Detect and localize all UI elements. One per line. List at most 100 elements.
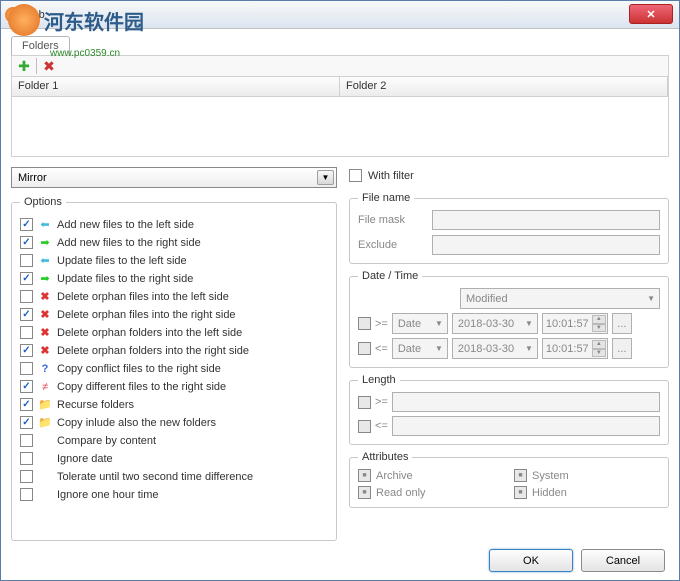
option-row: ➡ Update files to the right side [20, 270, 328, 287]
blank-icon [37, 451, 53, 467]
options-group: Options ⬅Add new files to the left side➡… [11, 196, 337, 541]
option-row: ✖ Delete orphan folders into the left sid… [20, 324, 328, 341]
watermark-url: www.pc0359.cn [50, 48, 120, 59]
option-row: ➡Add new files to the right side [20, 234, 328, 251]
option-checkbox[interactable] [20, 290, 33, 303]
add-folder-icon[interactable]: ✚ [16, 58, 32, 74]
close-icon: ✕ [646, 8, 655, 21]
reset-le-button[interactable]: ... [612, 338, 632, 359]
option-checkbox[interactable] [20, 254, 33, 267]
option-row: Compare by content [20, 432, 328, 449]
with-filter-checkbox[interactable] [349, 169, 362, 182]
job-dialog: Job ✕ 河东软件园 www.pc0359.cn Folders ✚ ✖ Fo… [0, 0, 680, 581]
mode-select[interactable]: Mirror ▼ [11, 167, 337, 188]
len-le-input[interactable] [392, 416, 660, 436]
len-ge-label: >= [375, 396, 388, 408]
readonly-label: Read only [376, 487, 426, 499]
option-checkbox[interactable] [20, 380, 33, 393]
column-folder2[interactable]: Folder 2 [340, 77, 668, 96]
time-ge-spinner[interactable]: 10:01:57▲▼ [542, 313, 608, 334]
chevron-down-icon: ▼ [647, 294, 655, 303]
option-label: Delete orphan folders into the left side [57, 327, 242, 339]
readonly-checkbox[interactable] [358, 486, 371, 499]
table-body[interactable] [12, 97, 668, 155]
neq-icon: ≠ [37, 379, 53, 395]
len-le-checkbox[interactable] [358, 420, 371, 433]
system-checkbox[interactable] [514, 469, 527, 482]
exclude-label: Exclude [358, 239, 426, 251]
chevron-down-icon: ▼ [525, 319, 533, 328]
option-label: Ignore one hour time [57, 489, 159, 501]
time-le-spinner[interactable]: 10:01:57▲▼ [542, 338, 608, 359]
ge-label: >= [375, 318, 388, 330]
hidden-label: Hidden [532, 487, 567, 499]
mode-value: Mirror [18, 172, 47, 184]
option-label: Add new files to the left side [57, 219, 194, 231]
app-icon [5, 7, 21, 23]
option-checkbox[interactable] [20, 434, 33, 447]
option-checkbox[interactable] [20, 308, 33, 321]
exclude-input[interactable] [432, 235, 660, 255]
option-checkbox[interactable] [20, 272, 33, 285]
option-row: ⬅Update files to the left side [20, 252, 328, 269]
filename-group: File name File mask Exclude [349, 192, 669, 264]
file-mask-input[interactable] [432, 210, 660, 230]
column-folder1[interactable]: Folder 1 [12, 77, 340, 96]
option-label: Update files to the left side [57, 255, 187, 267]
arrow-r-icon: ➡ [37, 235, 53, 251]
option-checkbox[interactable] [20, 236, 33, 249]
option-checkbox[interactable] [20, 452, 33, 465]
date-kind-le[interactable]: Date▼ [392, 338, 448, 359]
window-title: Job [27, 9, 45, 21]
fold-icon: 📁 [37, 415, 53, 431]
len-ge-input[interactable] [392, 392, 660, 412]
option-checkbox[interactable] [20, 344, 33, 357]
option-checkbox[interactable] [20, 398, 33, 411]
date-group: Date / Time Modified▼ >= Date▼ 2018-03-3… [349, 270, 669, 368]
spin-down-icon: ▼ [592, 324, 606, 333]
option-checkbox[interactable] [20, 218, 33, 231]
date-ge-picker[interactable]: 2018-03-30▼ [452, 313, 538, 334]
dialog-footer: OK Cancel [11, 541, 669, 572]
titlebar[interactable]: Job ✕ [1, 1, 679, 29]
len-ge-checkbox[interactable] [358, 396, 371, 409]
chevron-down-icon: ▼ [435, 344, 443, 353]
x-red-icon: ✖ [37, 325, 53, 341]
close-button[interactable]: ✕ [629, 4, 673, 24]
archive-label: Archive [376, 470, 413, 482]
date-le-checkbox[interactable] [358, 342, 371, 355]
x-red-icon: ✖ [37, 289, 53, 305]
remove-folder-icon[interactable]: ✖ [41, 58, 57, 74]
option-label: Update files to the right side [57, 273, 193, 285]
option-checkbox[interactable] [20, 470, 33, 483]
option-label: Compare by content [57, 435, 156, 447]
ok-button[interactable]: OK [489, 549, 573, 572]
date-le-picker[interactable]: 2018-03-30▼ [452, 338, 538, 359]
date-kind-ge[interactable]: Date▼ [392, 313, 448, 334]
option-checkbox[interactable] [20, 416, 33, 429]
date-ge-checkbox[interactable] [358, 317, 371, 330]
option-checkbox[interactable] [20, 488, 33, 501]
filename-legend: File name [358, 192, 414, 204]
hidden-checkbox[interactable] [514, 486, 527, 499]
date-type-select[interactable]: Modified▼ [460, 288, 660, 309]
length-legend: Length [358, 374, 400, 386]
date-legend: Date / Time [358, 270, 422, 282]
cancel-button[interactable]: Cancel [581, 549, 665, 572]
length-group: Length >= <= [349, 374, 669, 445]
option-checkbox[interactable] [20, 326, 33, 339]
chevron-down-icon: ▼ [435, 319, 443, 328]
le-label: <= [375, 343, 388, 355]
chevron-down-icon: ▼ [525, 344, 533, 353]
option-label: Ignore date [57, 453, 113, 465]
separator [36, 58, 37, 74]
option-row: ≠Copy different files to the right side [20, 378, 328, 395]
with-filter-label: With filter [368, 170, 414, 182]
archive-checkbox[interactable] [358, 469, 371, 482]
option-checkbox[interactable] [20, 362, 33, 375]
reset-ge-button[interactable]: ... [612, 313, 632, 334]
option-label: Delete orphan folders into the right sid… [57, 345, 249, 357]
folders-table: Folder 1 Folder 2 [11, 77, 669, 157]
arrow-r-icon: ➡ [37, 271, 53, 287]
option-row: Tolerate until two second time differenc… [20, 468, 328, 485]
